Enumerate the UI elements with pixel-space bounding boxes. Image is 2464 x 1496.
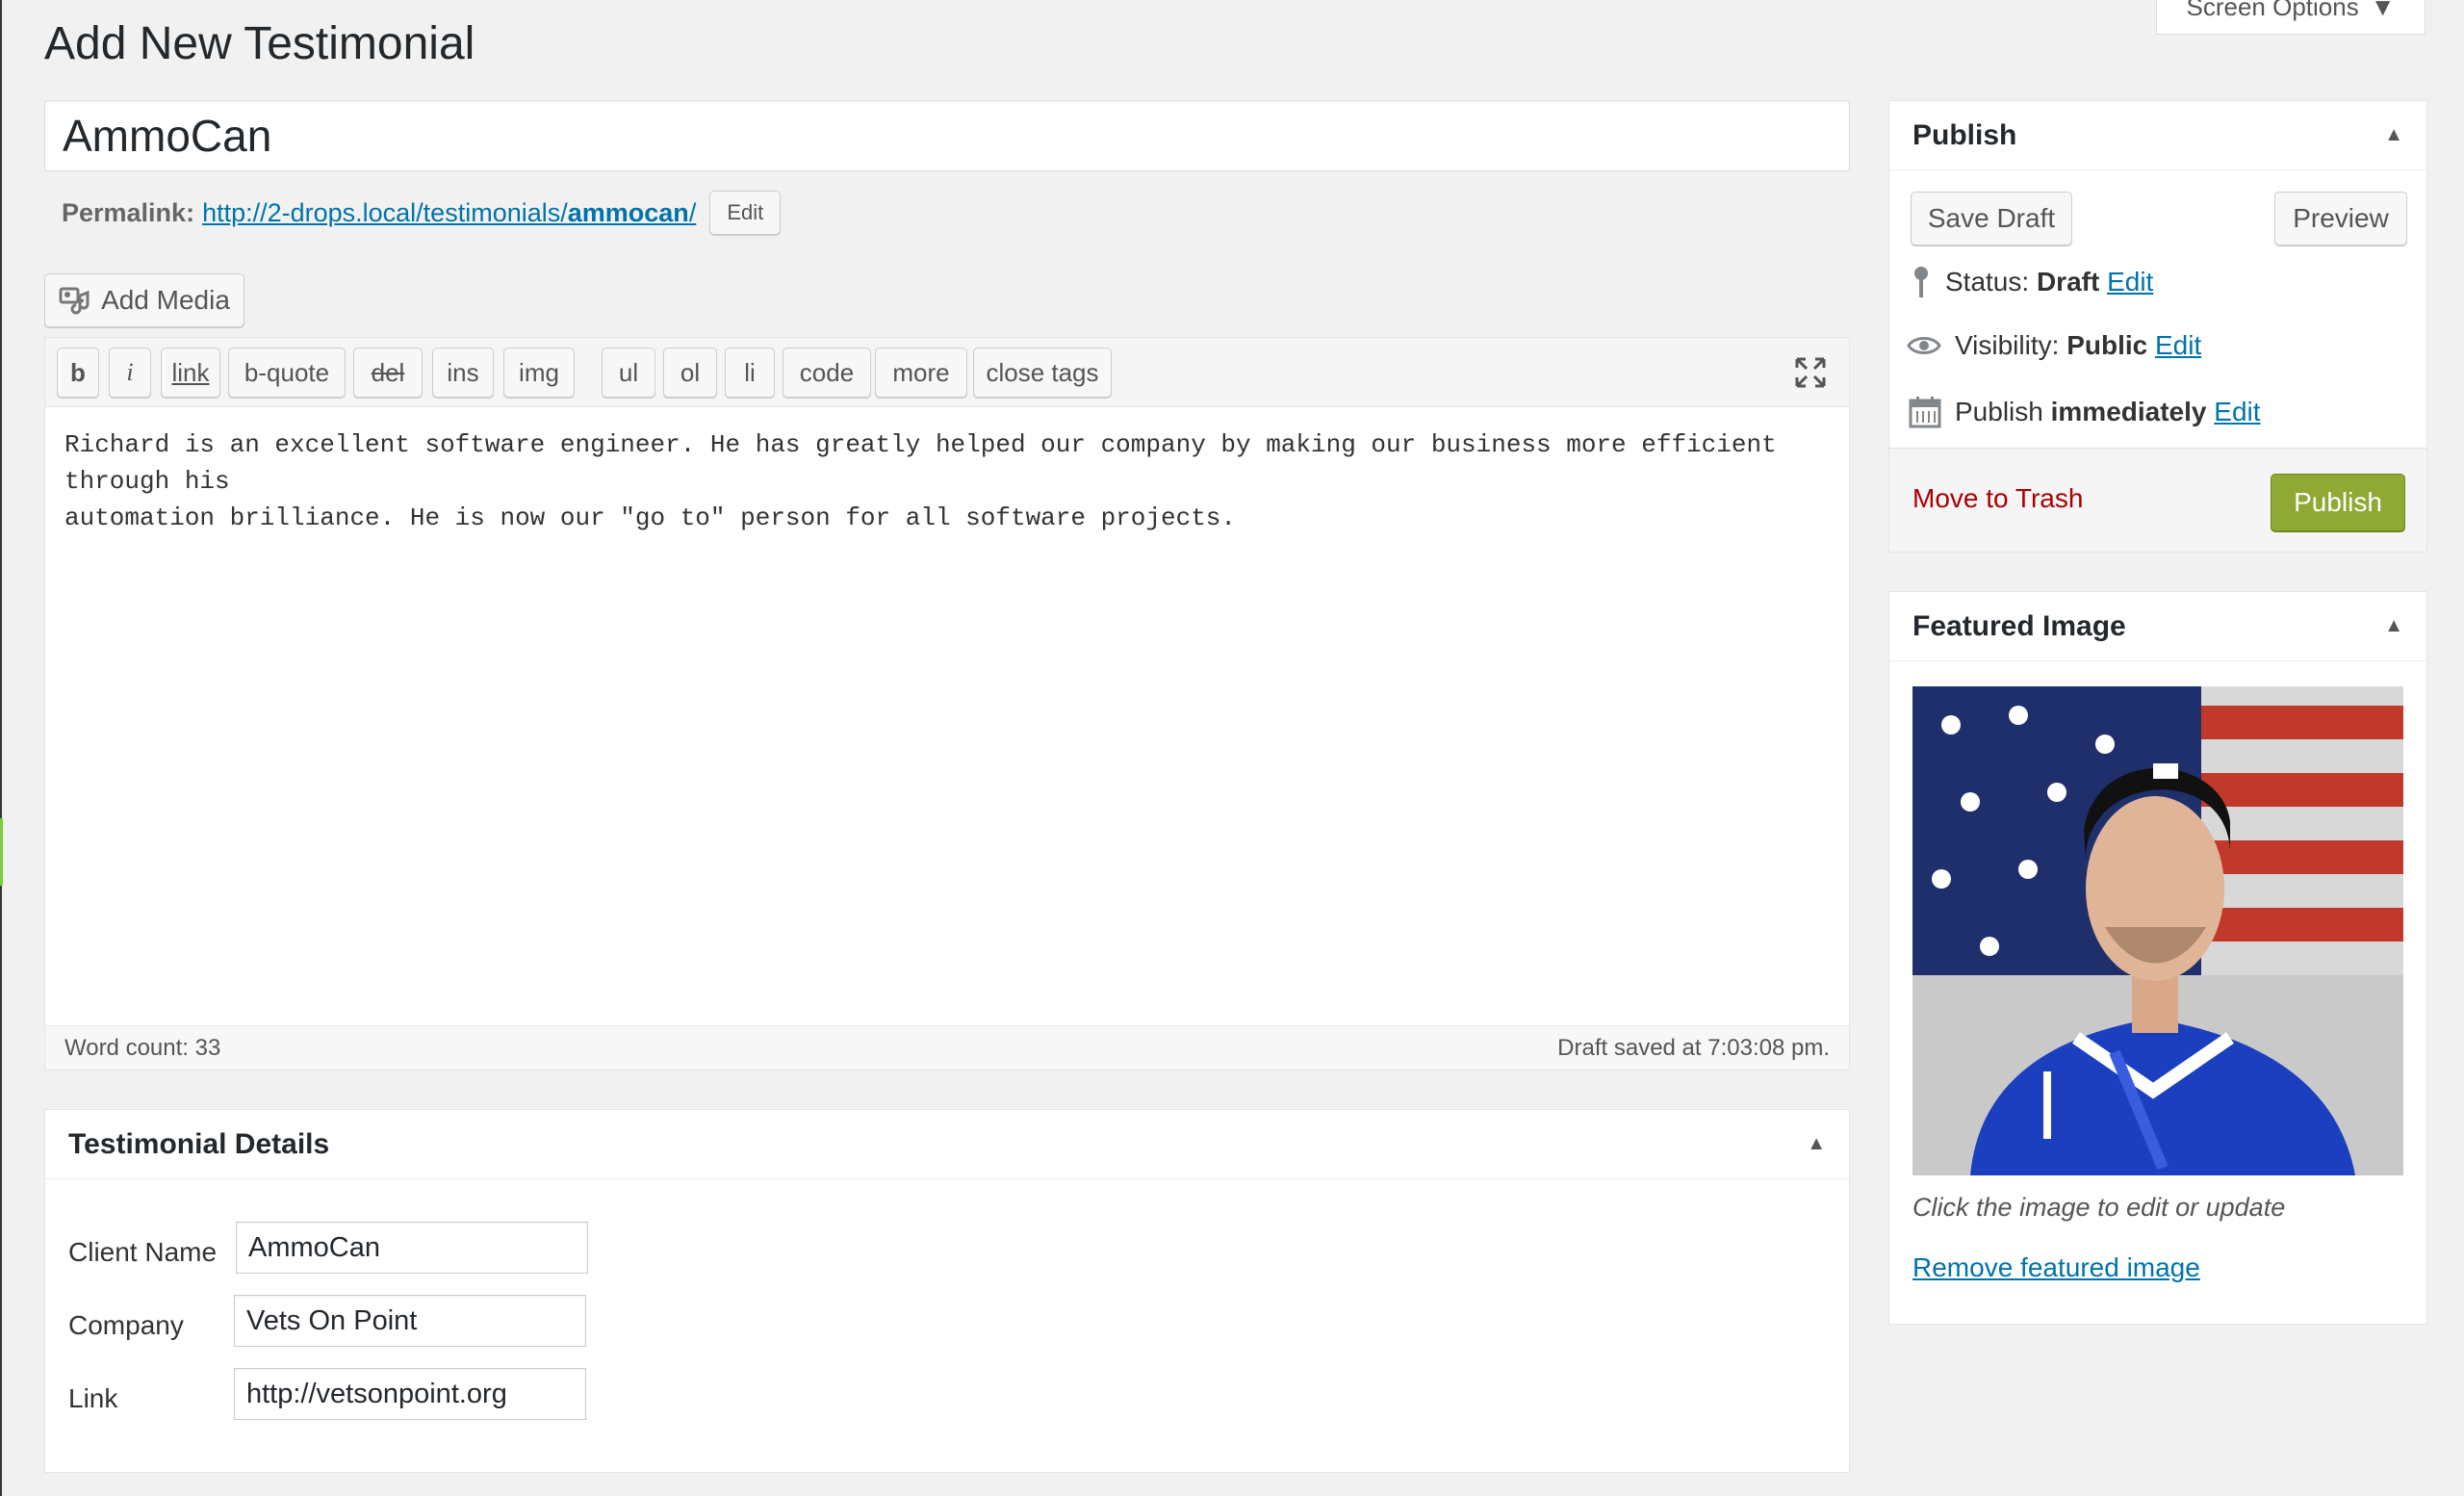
featured-image-thumbnail[interactable] (1912, 686, 2403, 1175)
collapse-triangle-icon[interactable]: ▲ (1807, 1133, 1826, 1155)
status-edit-link[interactable]: Edit (2107, 267, 2153, 297)
qt-italic-button[interactable]: i (109, 348, 151, 398)
company-input[interactable]: Vets On Point (234, 1295, 586, 1347)
permalink-link[interactable]: http://2-drops.local/testimonials/ammoca… (202, 198, 696, 228)
editor-status-bar: Word count: 33 Draft saved at 7:03:08 pm… (45, 1025, 1849, 1070)
featured-image-header[interactable]: Featured Image ▲ (1889, 592, 2426, 661)
permalink-edit-button[interactable]: Edit (709, 191, 782, 235)
company-label: Company (68, 1310, 184, 1340)
permalink-slug: ammocan (567, 197, 689, 227)
screen-options-button[interactable]: Screen Options ▼ (2156, 0, 2426, 35)
qt-li-button[interactable]: li (725, 348, 775, 398)
schedule-value: immediately (2050, 397, 2207, 426)
text-editor: b i link b-quote del ins img ul ol li co… (44, 337, 1850, 1070)
publish-button[interactable]: Publish (2271, 474, 2405, 531)
admin-sidebar-edge (0, 0, 2, 1496)
qt-close-tags-button[interactable]: close tags (973, 348, 1112, 398)
link-input[interactable]: http://vetsonpoint.org (234, 1368, 586, 1420)
page-title: Add New Testimonial (44, 18, 475, 69)
permalink-row: Permalink: http://2-drops.local/testimon… (62, 191, 782, 235)
client-name-input[interactable]: AmmoCan (236, 1222, 588, 1274)
preview-button[interactable]: Preview (2274, 192, 2407, 245)
collapse-triangle-icon[interactable]: ▲ (2384, 124, 2403, 146)
word-count: Word count: 33 (64, 1034, 221, 1061)
move-to-trash-link[interactable]: Move to Trash (1912, 483, 2083, 514)
client-name-label: Client Name (68, 1237, 218, 1267)
visibility-label: Visibility: (1955, 330, 2060, 360)
testimonial-details-box: Testimonial Details ▲ Client Name AmmoCa… (44, 1109, 1850, 1473)
caret-down-icon: ▼ (2370, 0, 2396, 21)
featured-image-caption: Click the image to edit or update (1912, 1193, 2286, 1222)
schedule-edit-link[interactable]: Edit (2214, 397, 2260, 426)
media-icon (59, 287, 90, 315)
schedule-row: Publish immediately Edit (1909, 396, 2261, 428)
publish-title: Publish (1912, 118, 2017, 151)
qt-ul-button[interactable]: ul (602, 348, 655, 398)
qt-ins-button[interactable]: ins (432, 348, 494, 398)
visibility-value: Public (2066, 330, 2148, 360)
status-label: Status: (1945, 267, 2030, 297)
qt-del-button[interactable]: del (353, 348, 423, 398)
qt-bold-button[interactable]: b (57, 348, 99, 398)
calendar-icon (1909, 397, 1941, 428)
add-media-button[interactable]: Add Media (44, 273, 244, 327)
qt-code-button[interactable]: code (783, 348, 871, 398)
status-value: Draft (2036, 267, 2100, 297)
publish-header[interactable]: Publish ▲ (1889, 101, 2426, 170)
publish-box: Publish ▲ Save Draft Preview Status: Dra… (1888, 100, 2427, 553)
visibility-edit-link[interactable]: Edit (2155, 330, 2201, 360)
qt-bquote-button[interactable]: b-quote (228, 348, 346, 398)
remove-featured-image-link[interactable]: Remove featured image (1912, 1252, 2200, 1283)
featured-image-box: Featured Image ▲ Click the image to edit… (1888, 591, 2427, 1325)
status-row: Status: Draft Edit (1911, 265, 2153, 299)
save-draft-button[interactable]: Save Draft (1911, 192, 2072, 245)
qt-ol-button[interactable]: ol (663, 348, 717, 398)
permalink-base: http://2-drops.local/testimonials/ (202, 197, 568, 227)
visibility-row: Visibility: Public Edit (1907, 330, 2201, 361)
publish-actions: Move to Trash Publish (1889, 448, 2426, 552)
permalink-label: Permalink: (62, 197, 195, 227)
testimonial-details-title: Testimonial Details (68, 1127, 330, 1160)
collapse-triangle-icon[interactable]: ▲ (2384, 615, 2403, 637)
permalink-trailing: / (688, 197, 697, 227)
link-label: Link (68, 1383, 118, 1413)
pin-icon (1914, 267, 1928, 297)
qt-more-button[interactable]: more (875, 348, 967, 398)
autosave-status: Draft saved at 7:03:08 pm. (1557, 1034, 1830, 1061)
screen-options-label: Screen Options (2186, 0, 2359, 21)
sidebar-active-marker (0, 818, 3, 886)
quicktags-toolbar: b i link b-quote del ins img ul ol li co… (45, 338, 1849, 407)
fullscreen-icon[interactable] (1793, 355, 1828, 390)
testimonial-details-header[interactable]: Testimonial Details ▲ (45, 1110, 1849, 1179)
add-media-label: Add Media (101, 285, 230, 315)
editor-textarea[interactable]: Richard is an excellent software enginee… (64, 426, 1826, 536)
qt-img-button[interactable]: img (503, 348, 575, 398)
featured-image-title: Featured Image (1912, 609, 2126, 642)
post-title-input[interactable]: AmmoCan (44, 100, 1850, 171)
schedule-label: Publish (1955, 397, 2043, 426)
eye-icon (1907, 337, 1941, 354)
qt-link-button[interactable]: link (161, 348, 220, 398)
